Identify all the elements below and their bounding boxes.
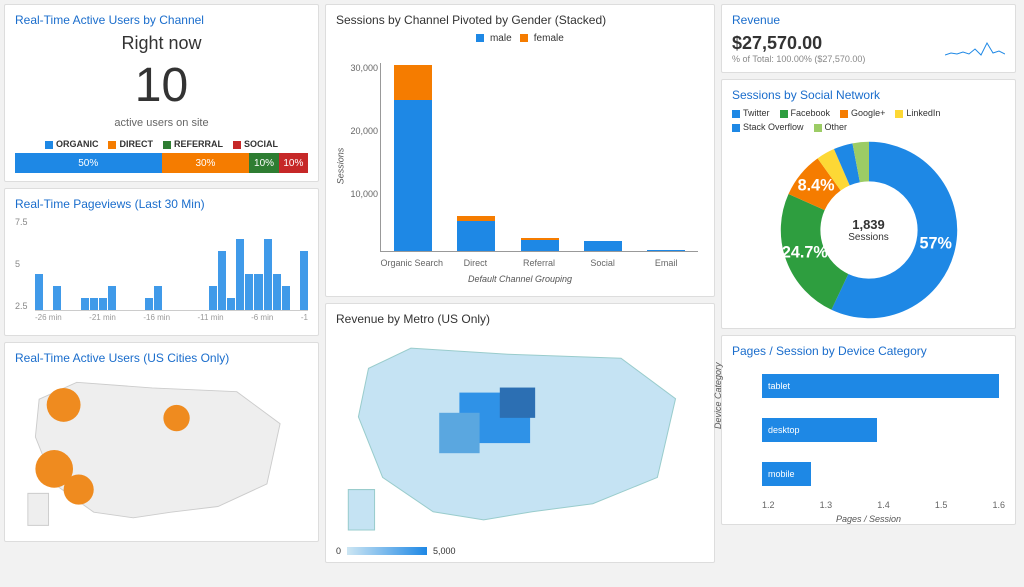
realtime-sub: active users on site bbox=[15, 117, 308, 129]
card-title: Real-Time Active Users (US Cities Only) bbox=[15, 351, 308, 365]
pv-bar bbox=[108, 286, 116, 310]
realtime-count: 10 bbox=[15, 58, 308, 113]
card-active-users-channel: Real-Time Active Users by Channel Right … bbox=[4, 4, 319, 182]
card-revenue: Revenue $27,570.00 % of Total: 100.00% (… bbox=[721, 4, 1016, 73]
card-pageviews: Real-Time Pageviews (Last 30 Min) 7.5 5 … bbox=[4, 188, 319, 336]
channel-bar: 50% 30% 10% 10% bbox=[15, 153, 308, 173]
pv-bar bbox=[273, 274, 281, 310]
pv-bar bbox=[218, 251, 226, 310]
metro-scale: 0 5,000 bbox=[336, 546, 456, 556]
x-axis-label: Default Channel Grouping bbox=[336, 274, 704, 284]
stacked-legend: male female bbox=[336, 33, 704, 44]
pv-bar bbox=[227, 298, 235, 310]
plot-area bbox=[380, 63, 698, 252]
pageviews-chart: 7.5 5 2.5 -26 min -21 min -16 min -11 mi… bbox=[15, 217, 308, 327]
x-axis: Organic SearchDirectReferralSocialEmail bbox=[380, 258, 698, 268]
pv-y-axis: 7.5 5 2.5 bbox=[15, 217, 35, 311]
pv-bar bbox=[81, 298, 89, 310]
pv-bar bbox=[236, 239, 244, 310]
channel-seg-referral: 10% bbox=[249, 153, 278, 173]
pv-x-axis: -26 min -21 min -16 min -11 min -6 min -… bbox=[35, 313, 308, 327]
hbar-plot: tabletdesktopmobile bbox=[762, 364, 1005, 496]
pv-bar bbox=[264, 239, 272, 310]
us-cities-map bbox=[15, 371, 308, 531]
stacked-chart: male female Sessions 30,000 20,000 10,00… bbox=[336, 33, 704, 288]
card-title: Pages / Session by Device Category bbox=[732, 344, 1005, 358]
card-title: Real-Time Pageviews (Last 30 Min) bbox=[15, 197, 308, 211]
pv-bars bbox=[35, 221, 308, 311]
donut-center: 1,839 Sessions bbox=[848, 217, 889, 243]
svg-text:8.4%: 8.4% bbox=[797, 176, 834, 194]
pv-bar bbox=[145, 298, 153, 310]
y-axis-label: Sessions bbox=[335, 147, 345, 184]
city-dot bbox=[163, 405, 189, 431]
x-axis: 1.21.31.41.51.6 bbox=[762, 500, 1005, 510]
donut-legend: TwitterFacebookGoogle+LinkedInStack Over… bbox=[732, 108, 1005, 132]
card-sessions-stacked: Sessions by Channel Pivoted by Gender (S… bbox=[325, 4, 715, 297]
revenue-sparkline bbox=[945, 33, 1005, 57]
city-dot bbox=[64, 475, 94, 505]
pv-bar bbox=[300, 251, 308, 310]
channel-seg-organic: 50% bbox=[15, 153, 162, 173]
card-title: Revenue by Metro (US Only) bbox=[336, 312, 704, 326]
card-title: Sessions by Social Network bbox=[732, 88, 1005, 102]
card-revenue-metro: Revenue by Metro (US Only) 0 5,000 bbox=[325, 303, 715, 563]
channel-seg-direct: 30% bbox=[162, 153, 250, 173]
pv-bar bbox=[254, 274, 262, 310]
card-title: Real-Time Active Users by Channel bbox=[15, 13, 308, 27]
card-active-users-cities: Real-Time Active Users (US Cities Only) bbox=[4, 342, 319, 542]
card-title: Revenue bbox=[732, 13, 1005, 27]
svg-text:24.7%: 24.7% bbox=[781, 243, 827, 261]
pv-bar bbox=[53, 286, 61, 310]
channel-legend: ORGANIC DIRECT REFERRAL SOCIAL bbox=[15, 139, 308, 149]
pv-bar bbox=[99, 298, 107, 310]
card-pages-session: Pages / Session by Device Category Devic… bbox=[721, 335, 1016, 525]
y-axis-label: Device Category bbox=[713, 362, 723, 429]
dashboard-grid: Real-Time Active Users by Channel Right … bbox=[4, 4, 1020, 563]
channel-seg-social: 10% bbox=[279, 153, 308, 173]
y-axis: 30,000 20,000 10,000 bbox=[346, 63, 378, 252]
pv-bar bbox=[154, 286, 162, 310]
pv-bar bbox=[209, 286, 217, 310]
donut-chart: 57% 24.7% 8.4% 1,839 Sessions bbox=[779, 140, 959, 320]
metro-map bbox=[336, 332, 704, 534]
pv-bar bbox=[35, 274, 43, 310]
realtime-now-label: Right now bbox=[15, 33, 308, 54]
card-social-network: Sessions by Social Network TwitterFacebo… bbox=[721, 79, 1016, 329]
pv-bar bbox=[282, 286, 290, 310]
pv-bar bbox=[245, 274, 253, 310]
city-dot bbox=[47, 388, 81, 422]
x-axis-label: Pages / Session bbox=[722, 514, 1015, 524]
svg-text:57%: 57% bbox=[919, 235, 951, 253]
pv-bar bbox=[90, 298, 98, 310]
card-title: Sessions by Channel Pivoted by Gender (S… bbox=[336, 13, 704, 27]
